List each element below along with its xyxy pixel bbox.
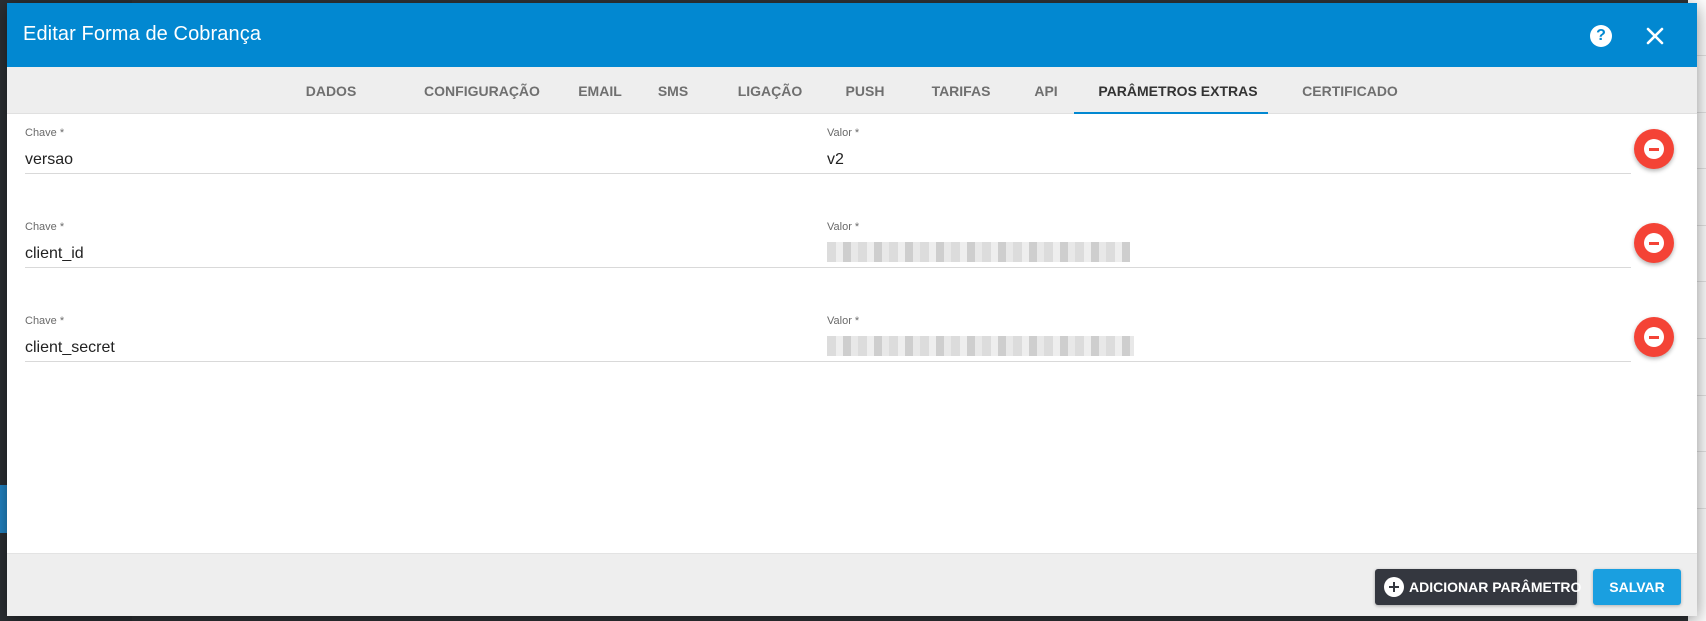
help-icon[interactable]: ? bbox=[1590, 25, 1612, 47]
remove-param-button[interactable] bbox=[1634, 317, 1674, 357]
minus-circle-icon bbox=[1644, 327, 1664, 347]
key-underline bbox=[25, 267, 829, 268]
plus-circle-icon bbox=[1384, 577, 1404, 597]
save-button[interactable]: SALVAR bbox=[1593, 569, 1681, 605]
tab-api[interactable]: API bbox=[1026, 67, 1066, 114]
modal-header: Editar Forma de Cobrança ? bbox=[7, 3, 1697, 67]
key-label: Chave * bbox=[25, 221, 65, 233]
close-icon[interactable] bbox=[1642, 23, 1668, 49]
value-input[interactable] bbox=[827, 149, 1627, 171]
key-input[interactable] bbox=[25, 243, 825, 265]
tab-ligacao[interactable]: LIGAÇÃO bbox=[729, 67, 811, 114]
remove-param-button[interactable] bbox=[1634, 129, 1674, 169]
value-label: Valor * bbox=[827, 221, 860, 233]
remove-param-button[interactable] bbox=[1634, 223, 1674, 263]
key-label: Chave * bbox=[25, 315, 65, 327]
add-param-button[interactable]: ADICIONAR PARÂMETRO bbox=[1375, 569, 1581, 605]
key-input[interactable] bbox=[25, 337, 825, 359]
minus-circle-icon bbox=[1644, 233, 1664, 253]
value-underline bbox=[827, 173, 1631, 174]
tab-bar: DADOS CONFIGURAÇÃO EMAIL SMS LIGAÇÃO PUS… bbox=[7, 67, 1697, 114]
tab-tarifas[interactable]: TARIFAS bbox=[923, 67, 999, 114]
tab-parametros-extras[interactable]: PARÂMETROS EXTRAS bbox=[1081, 67, 1275, 114]
redacted-value[interactable] bbox=[827, 336, 1134, 356]
modal-title: Editar Forma de Cobrança bbox=[23, 23, 262, 45]
key-input[interactable] bbox=[25, 149, 825, 171]
tab-sms[interactable]: SMS bbox=[649, 67, 697, 114]
value-label: Valor * bbox=[827, 315, 860, 327]
edit-billing-modal: Editar Forma de Cobrança ? DADOS CONFIGU… bbox=[7, 3, 1697, 616]
tab-certificado[interactable]: CERTIFICADO bbox=[1290, 67, 1410, 114]
tab-email[interactable]: EMAIL bbox=[568, 67, 632, 114]
modal-footer: ADICIONAR PARÂMETRO SALVAR bbox=[7, 553, 1697, 616]
active-tab-indicator bbox=[1074, 112, 1268, 114]
add-param-label: ADICIONAR PARÂMETRO bbox=[1409, 579, 1582, 595]
value-label: Valor * bbox=[827, 127, 860, 139]
tab-push[interactable]: PUSH bbox=[837, 67, 893, 114]
key-underline bbox=[25, 173, 829, 174]
value-underline bbox=[827, 361, 1631, 362]
value-underline bbox=[827, 267, 1631, 268]
key-underline bbox=[25, 361, 829, 362]
minus-circle-icon bbox=[1644, 139, 1664, 159]
tab-configuracao[interactable]: CONFIGURAÇÃO bbox=[412, 67, 552, 114]
redacted-value[interactable] bbox=[827, 242, 1130, 262]
tab-dados[interactable]: DADOS bbox=[296, 67, 366, 114]
key-label: Chave * bbox=[25, 127, 65, 139]
